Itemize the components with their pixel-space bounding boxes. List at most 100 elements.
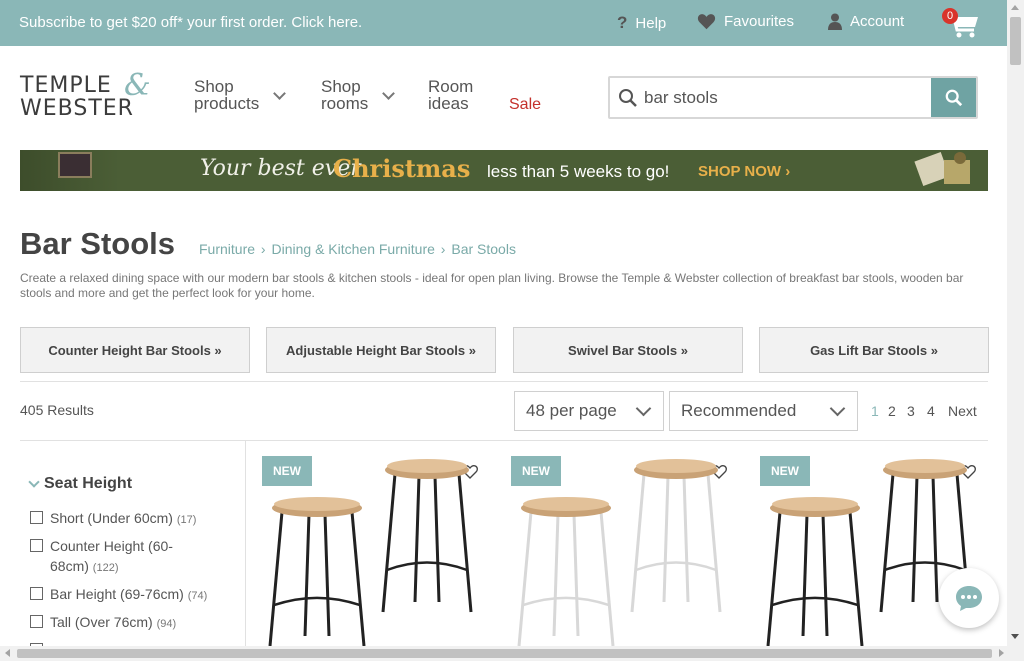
promo-bar: Subscribe to get $20 off* your first ord… — [0, 0, 1007, 46]
nav-shop-rooms[interactable]: Shop rooms — [321, 77, 396, 113]
logo[interactable]: TEMPLE WEBSTER & — [20, 68, 155, 124]
checkbox[interactable] — [30, 539, 43, 552]
search-icon — [945, 89, 962, 106]
filter-count: (94) — [156, 618, 177, 630]
chat-button[interactable] — [939, 568, 999, 628]
chevron-down-icon — [28, 476, 40, 488]
divider — [20, 381, 988, 382]
page-1-link[interactable]: 1 — [871, 403, 879, 419]
scroll-left-arrow[interactable] — [5, 649, 10, 657]
breadcrumb: Furniture › Dining & Kitchen Furniture ›… — [199, 241, 516, 257]
account-link[interactable]: Account — [828, 13, 904, 30]
scroll-up-arrow[interactable] — [1011, 5, 1019, 10]
help-label: Help — [635, 14, 667, 32]
chevron-down-icon — [273, 86, 287, 100]
filter-seat-height-toggle[interactable]: Seat Height — [28, 475, 133, 493]
chevron-down-icon — [829, 400, 846, 417]
page-title: Bar Stools — [20, 226, 176, 261]
breadcrumb-separator: › — [260, 241, 266, 257]
banner-shop-now[interactable]: SHOP NOW › — [698, 163, 790, 180]
checkbox[interactable] — [30, 511, 43, 524]
nav-room-ideas-label-2: ideas — [428, 94, 469, 113]
product-card[interactable]: NEW — [262, 456, 492, 646]
product-image — [268, 459, 473, 646]
heart-icon — [697, 14, 716, 30]
category-swivel-button[interactable]: Swivel Bar Stools » — [513, 327, 743, 373]
per-page-select[interactable]: 48 per page — [514, 391, 664, 431]
account-label: Account — [850, 13, 905, 30]
divider — [20, 440, 988, 441]
banner-decoration-left — [20, 150, 120, 191]
favourites-link[interactable]: Favourites — [697, 13, 794, 30]
chat-icon — [956, 586, 982, 611]
banner-decoration-right — [914, 151, 970, 187]
nav-sale[interactable]: Sale — [509, 96, 541, 114]
cart-count-badge: 0 — [942, 8, 958, 24]
horizontal-scroll-thumb[interactable] — [17, 649, 992, 658]
search-input[interactable] — [644, 86, 924, 110]
filter-label: Tall (Over 76cm) — [50, 614, 153, 630]
page-2-link[interactable]: 2 — [888, 403, 896, 419]
checkbox[interactable] — [30, 587, 43, 600]
nav-shop-rooms-label-1: Shop — [321, 77, 361, 96]
filter-option-tall[interactable]: Tall (Over 76cm) (94) — [30, 612, 176, 634]
product-image — [517, 459, 722, 646]
filter-label: Bar Height (69-76cm) — [50, 586, 184, 602]
next-page-link[interactable]: Next — [948, 403, 977, 419]
category-description: Create a relaxed dining space with our m… — [20, 271, 964, 300]
nav-shop-products-label-2: products — [194, 94, 260, 113]
question-icon: ? — [617, 13, 628, 32]
user-icon — [828, 13, 842, 30]
chevron-down-icon — [635, 400, 652, 417]
nav-shop-products[interactable]: Shop products — [194, 77, 287, 113]
filter-label: Short (Under 60cm) — [50, 510, 173, 526]
promo-text[interactable]: Subscribe to get $20 off* your first ord… — [19, 14, 362, 31]
filter-label-line2: 68cm) — [50, 558, 89, 574]
category-adjustable-height-button[interactable]: Adjustable Height Bar Stools » — [266, 327, 496, 373]
scroll-right-arrow[interactable] — [999, 649, 1004, 657]
breadcrumb-separator: › — [440, 241, 446, 257]
per-page-value: 48 per page — [526, 401, 617, 420]
search-icon — [619, 89, 637, 107]
horizontal-scrollbar[interactable] — [0, 646, 1024, 661]
nav-shop-products-label-1: Shop — [194, 77, 234, 96]
results-count: 405 Results — [20, 402, 94, 418]
breadcrumb-link-dining-kitchen[interactable]: Dining & Kitchen Furniture — [271, 241, 434, 257]
site-header: TEMPLE WEBSTER & Shop products Shop rooms … — [0, 46, 1007, 150]
breadcrumb-link-furniture[interactable]: Furniture — [199, 241, 255, 257]
chevron-down-icon — [382, 86, 396, 100]
gift-image — [58, 152, 92, 178]
category-gas-lift-button[interactable]: Gas Lift Bar Stools » — [759, 327, 989, 373]
banner-christmas-text: Christmas — [333, 154, 471, 183]
search-button[interactable] — [931, 78, 976, 117]
scroll-down-arrow[interactable] — [1011, 634, 1019, 639]
category-counter-height-button[interactable]: Counter Height Bar Stools » — [20, 327, 250, 373]
cart-button[interactable]: 0 — [942, 8, 982, 40]
checkbox[interactable] — [30, 615, 43, 628]
filter-count: (74) — [187, 590, 208, 602]
filter-label: Counter Height (60- — [50, 538, 173, 554]
favourites-label: Favourites — [724, 13, 795, 30]
filter-count: (17) — [176, 514, 197, 526]
christmas-banner[interactable]: Your best ever Christmas less than 5 wee… — [20, 150, 988, 191]
search-box — [608, 76, 978, 119]
sort-value: Recommended — [681, 401, 797, 420]
product-card[interactable]: NEW — [511, 456, 741, 646]
nav-room-ideas-label-1: Room — [428, 77, 474, 96]
sort-select[interactable]: Recommended — [669, 391, 858, 431]
breadcrumb-link-bar-stools[interactable]: Bar Stools — [451, 241, 516, 257]
filter-count: (122) — [92, 562, 119, 574]
filter-option-bar-height[interactable]: Bar Height (69-76cm) (74) — [30, 584, 207, 606]
vertical-scroll-thumb[interactable] — [1010, 17, 1021, 65]
page-3-link[interactable]: 3 — [907, 403, 915, 419]
filter-option-counter-height[interactable]: Counter Height (60- 68cm) (122) — [30, 536, 173, 578]
page-4-link[interactable]: 4 — [927, 403, 935, 419]
banner-countdown-text: less than 5 weeks to go! — [487, 162, 670, 181]
nav-room-ideas[interactable]: Room ideas — [428, 78, 473, 112]
vertical-scrollbar[interactable] — [1007, 0, 1024, 646]
nav-shop-rooms-label-2: rooms — [321, 94, 369, 113]
help-link[interactable]: ? Help — [617, 13, 666, 33]
logo-ampersand: & — [124, 68, 151, 103]
filter-title: Seat Height — [44, 475, 133, 492]
filter-option-short[interactable]: Short (Under 60cm) (17) — [30, 508, 196, 530]
